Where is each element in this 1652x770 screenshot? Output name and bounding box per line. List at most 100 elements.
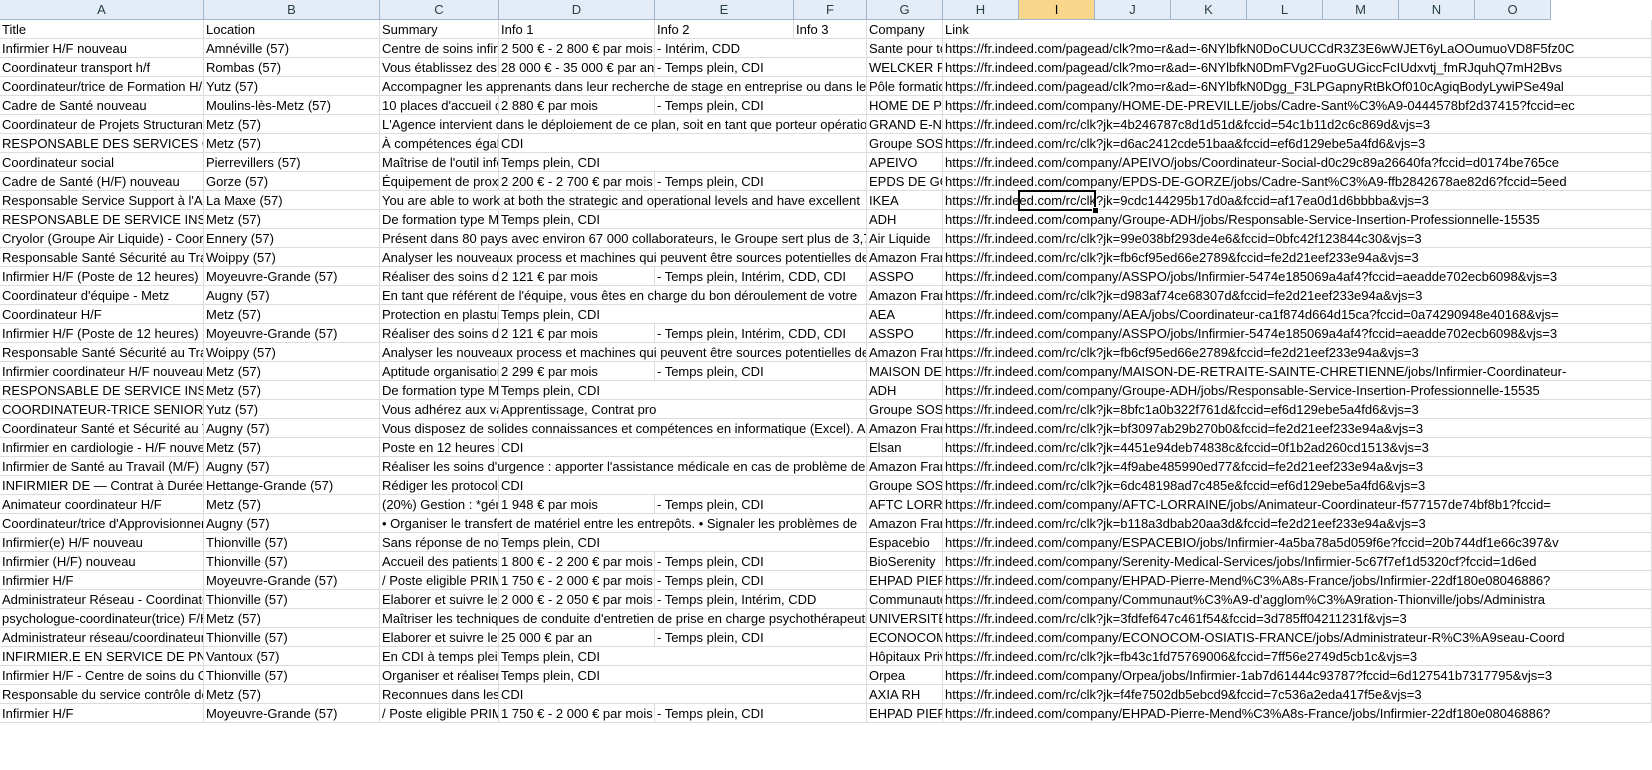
cell-c10[interactable]: You are able to work at both the strateg… xyxy=(380,191,867,210)
cell-a10[interactable]: Responsable Service Support à l'Applicat… xyxy=(0,191,204,210)
cell-g21[interactable]: Groupe SOS xyxy=(867,400,943,419)
cell-h6[interactable]: https://fr.indeed.com/rc/clk?jk=4b246787… xyxy=(943,115,1652,134)
cell-b9[interactable]: Gorze (57) xyxy=(204,172,380,191)
cell-c36[interactable]: Reconnues dans les métiers xyxy=(380,685,499,704)
cell-e30[interactable]: - Temps plein, CDI xyxy=(655,571,867,590)
cell-g9[interactable]: EPDS DE GORZE xyxy=(867,172,943,191)
column-header-i[interactable]: I xyxy=(1019,0,1095,20)
cell-b10[interactable]: La Maxe (57) xyxy=(204,191,380,210)
column-header-j[interactable]: J xyxy=(1095,0,1171,20)
cell-b14[interactable]: Moyeuvre-Grande (57) xyxy=(204,267,380,286)
cell-g26[interactable]: AFTC LORRAINE xyxy=(867,495,943,514)
cell-a22[interactable]: Coordinateur Santé et Sécurité au Travai… xyxy=(0,419,204,438)
cell-c13[interactable]: Analyser les nouveaux process et machine… xyxy=(380,248,867,267)
column-header-n[interactable]: N xyxy=(1399,0,1475,20)
cell-g22[interactable]: Amazon France xyxy=(867,419,943,438)
cell-g23[interactable]: Elsan xyxy=(867,438,943,457)
cell-b37[interactable]: Moyeuvre-Grande (57) xyxy=(204,704,380,723)
cell-a1[interactable]: Title xyxy=(0,20,204,39)
cell-h10[interactable]: https://fr.indeed.com/rc/clk?jk=9cdc1442… xyxy=(943,191,1652,210)
cell-d28[interactable]: Temps plein, CDI xyxy=(499,533,867,552)
cell-h37[interactable]: https://fr.indeed.com/company/EHPAD-Pier… xyxy=(943,704,1652,723)
cell-d31[interactable]: 2 000 € - 2 050 € par mois xyxy=(499,590,655,609)
cell-a30[interactable]: Infirmier H/F xyxy=(0,571,204,590)
cell-h32[interactable]: https://fr.indeed.com/rc/clk?jk=3fdfef64… xyxy=(943,609,1652,628)
cell-b11[interactable]: Metz (57) xyxy=(204,210,380,229)
cell-h25[interactable]: https://fr.indeed.com/rc/clk?jk=6dc48198… xyxy=(943,476,1652,495)
cell-h36[interactable]: https://fr.indeed.com/rc/clk?jk=f4fe7502… xyxy=(943,685,1652,704)
cell-g37[interactable]: EHPAD PIERRE MENDES xyxy=(867,704,943,723)
cell-b7[interactable]: Metz (57) xyxy=(204,134,380,153)
column-header-l[interactable]: L xyxy=(1247,0,1323,20)
cell-b27[interactable]: Augny (57) xyxy=(204,514,380,533)
cell-a4[interactable]: Coordinateur/trice de Formation H/F xyxy=(0,77,204,96)
cell-b34[interactable]: Vantoux (57) xyxy=(204,647,380,666)
cell-e1[interactable]: Info 2 xyxy=(655,20,794,39)
cell-b24[interactable]: Augny (57) xyxy=(204,457,380,476)
cell-a20[interactable]: RESPONSABLE DE SERVICE INSERTION xyxy=(0,381,204,400)
cell-b15[interactable]: Augny (57) xyxy=(204,286,380,305)
cell-a31[interactable]: Administrateur Réseau - Coordinateur xyxy=(0,590,204,609)
cell-h7[interactable]: https://fr.indeed.com/rc/clk?jk=d6ac2412… xyxy=(943,134,1652,153)
cell-c20[interactable]: De formation type Master xyxy=(380,381,499,400)
cell-c2[interactable]: Centre de soins infirmiers xyxy=(380,39,499,58)
column-header-c[interactable]: C xyxy=(380,0,499,20)
cell-c19[interactable]: Aptitude organisationnelle xyxy=(380,362,499,381)
cell-b20[interactable]: Metz (57) xyxy=(204,381,380,400)
cell-b32[interactable]: Metz (57) xyxy=(204,609,380,628)
cell-c7[interactable]: À compétences égales xyxy=(380,134,499,153)
cell-g36[interactable]: AXIA RH xyxy=(867,685,943,704)
cell-c8[interactable]: Maîtrise de l'outil informatique xyxy=(380,153,499,172)
cell-c9[interactable]: Équipement de proximité xyxy=(380,172,499,191)
cell-h16[interactable]: https://fr.indeed.com/company/AEA/jobs/C… xyxy=(943,305,1652,324)
cell-g35[interactable]: Orpea xyxy=(867,666,943,685)
cell-b33[interactable]: Thionville (57) xyxy=(204,628,380,647)
cell-c14[interactable]: Réaliser des soins de qualité xyxy=(380,267,499,286)
cell-e3[interactable]: - Temps plein, CDI xyxy=(655,58,867,77)
cell-a18[interactable]: Responsable Santé Sécurité au Travail xyxy=(0,343,204,362)
cell-d25[interactable]: CDI xyxy=(499,476,867,495)
cell-h24[interactable]: https://fr.indeed.com/rc/clk?jk=4f9abe48… xyxy=(943,457,1652,476)
cell-a16[interactable]: Coordinateur H/F xyxy=(0,305,204,324)
cell-g7[interactable]: Groupe SOS xyxy=(867,134,943,153)
cell-g34[interactable]: Hôpitaux Privés xyxy=(867,647,943,666)
cell-c23[interactable]: Poste en 12 heures xyxy=(380,438,499,457)
cell-h4[interactable]: https://fr.indeed.com/pagead/clk?mo=r&ad… xyxy=(943,77,1652,96)
cell-a34[interactable]: INFIRMIER.E EN SERVICE DE PNEUMOLOGIE xyxy=(0,647,204,666)
cell-h13[interactable]: https://fr.indeed.com/rc/clk?jk=fb6cf95e… xyxy=(943,248,1652,267)
cell-d1[interactable]: Info 1 xyxy=(499,20,655,39)
cell-g24[interactable]: Amazon France xyxy=(867,457,943,476)
cell-a37[interactable]: Infirmier H/F xyxy=(0,704,204,723)
cell-a27[interactable]: Coordinateur/trice d'Approvisionnement xyxy=(0,514,204,533)
column-header-g[interactable]: G xyxy=(867,0,943,20)
cell-f1[interactable]: Info 3 xyxy=(794,20,867,39)
cell-b35[interactable]: Thionville (57) xyxy=(204,666,380,685)
cell-c21[interactable]: Vous adhérez aux valeurs xyxy=(380,400,499,419)
cell-g11[interactable]: ADH xyxy=(867,210,943,229)
cell-c22[interactable]: Vous disposez de solides connaissances e… xyxy=(380,419,867,438)
cell-d37[interactable]: 1 750 € - 2 000 € par mois xyxy=(499,704,655,723)
cell-a3[interactable]: Coordinateur transport h/f xyxy=(0,58,204,77)
cell-b31[interactable]: Thionville (57) xyxy=(204,590,380,609)
cell-a11[interactable]: RESPONSABLE DE SERVICE INSERTION xyxy=(0,210,204,229)
cell-c1[interactable]: Summary xyxy=(380,20,499,39)
cell-a9[interactable]: Cadre de Santé (H/F) nouveau xyxy=(0,172,204,191)
cell-g18[interactable]: Amazon France xyxy=(867,343,943,362)
cell-b28[interactable]: Thionville (57) xyxy=(204,533,380,552)
cell-a24[interactable]: Infirmier de Santé au Travail (M/F) xyxy=(0,457,204,476)
cell-e26[interactable]: - Temps plein, CDI xyxy=(655,495,867,514)
cell-a28[interactable]: Infirmier(e) H/F nouveau xyxy=(0,533,204,552)
cell-c18[interactable]: Analyser les nouveaux process et machine… xyxy=(380,343,867,362)
cell-d34[interactable]: Temps plein, CDI xyxy=(499,647,867,666)
cell-h18[interactable]: https://fr.indeed.com/rc/clk?jk=fb6cf95e… xyxy=(943,343,1652,362)
cell-a17[interactable]: Infirmier H/F (Poste de 12 heures) xyxy=(0,324,204,343)
cell-h9[interactable]: https://fr.indeed.com/company/EPDS-DE-GO… xyxy=(943,172,1652,191)
cell-g17[interactable]: ASSPO xyxy=(867,324,943,343)
cell-d23[interactable]: CDI xyxy=(499,438,867,457)
cell-c31[interactable]: Elaborer et suivre le budget xyxy=(380,590,499,609)
cell-d3[interactable]: 28 000 € - 35 000 € par an xyxy=(499,58,655,77)
cell-d21[interactable]: Apprentissage, Contrat pro xyxy=(499,400,867,419)
column-header-d[interactable]: D xyxy=(499,0,655,20)
cell-c17[interactable]: Réaliser des soins de qualité xyxy=(380,324,499,343)
cell-b30[interactable]: Moyeuvre-Grande (57) xyxy=(204,571,380,590)
